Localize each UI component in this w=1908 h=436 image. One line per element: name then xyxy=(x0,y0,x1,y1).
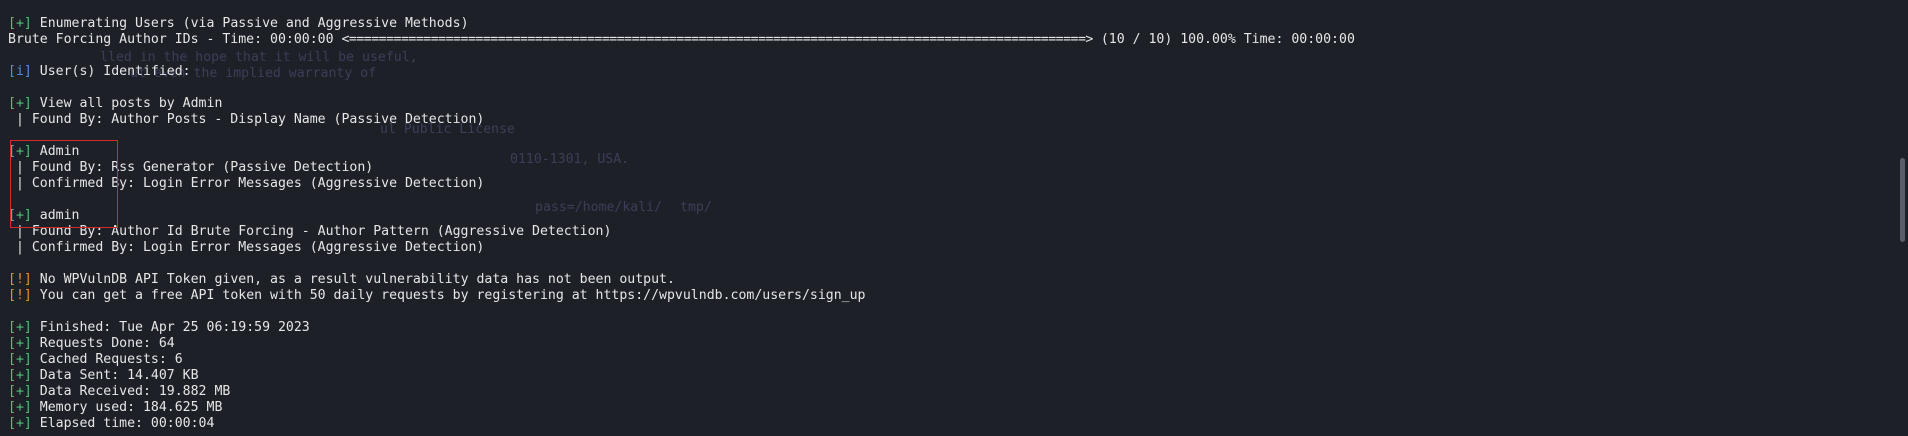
stats-line: [+] Requests Done: 64 xyxy=(8,336,175,352)
progress-bar: <=======================================… xyxy=(341,32,1093,47)
stats-line: [+] Data Received: 19.882 MB xyxy=(8,384,230,400)
user-confirmed-by: | Confirmed By: Login Error Messages (Ag… xyxy=(8,240,485,255)
line-text: Finished: Tue Apr 25 06:19:59 2023 xyxy=(31,320,310,335)
success-tag: [+] xyxy=(8,400,32,415)
line-text: Elapsed time: 00:00:04 xyxy=(31,416,215,431)
user-entry-header: [+] View all posts by Admin xyxy=(8,96,222,112)
enum-line: [+] Enumerating Users (via Passive and A… xyxy=(8,16,469,32)
success-tag: [+] xyxy=(8,320,32,335)
stats-line: [+] Elapsed time: 00:00:04 xyxy=(8,416,214,432)
warning-line: [!] No WPVulnDB API Token given, as a re… xyxy=(8,272,675,288)
line-text: Requests Done: 64 xyxy=(31,336,175,351)
line-text: No WPVulnDB API Token given, as a result… xyxy=(31,272,675,287)
stats-line: [+] Cached Requests: 6 xyxy=(8,352,183,368)
line-text: Cached Requests: 6 xyxy=(31,352,183,367)
info-tag: [i] xyxy=(8,64,32,79)
success-tag: [+] xyxy=(8,16,32,31)
progress-line: Brute Forcing Author IDs - Time: 00:00:0… xyxy=(8,32,1355,48)
success-tag: [+] xyxy=(8,368,32,383)
success-tag: [+] xyxy=(8,96,32,111)
line-text: Data Received: 19.882 MB xyxy=(31,384,231,399)
line-text: Memory used: 184.625 MB xyxy=(31,400,223,415)
background-overlay-text: 0110-1301, USA. xyxy=(510,152,630,167)
background-overlay-text: tmp/ xyxy=(680,200,712,215)
warning-tag: [!] xyxy=(8,272,32,287)
success-tag: [+] xyxy=(8,352,32,367)
user-found-by: | Found By: Author Posts - Display Name … xyxy=(8,112,485,127)
warning-line: [!] You can get a free API token with 50… xyxy=(8,288,865,304)
warning-tag: [!] xyxy=(8,288,32,303)
success-tag: [+] xyxy=(8,384,32,399)
scrollbar-thumb[interactable] xyxy=(1900,158,1905,242)
progress-status: (10 / 10) 100.00% Time: 00:00:00 xyxy=(1092,32,1355,47)
stats-line: [+] Data Sent: 14.407 KB xyxy=(8,368,199,384)
background-overlay-text: pass=/home/kali/ xyxy=(535,200,663,215)
success-tag: [+] xyxy=(8,416,32,431)
line-text: User(s) Identified: xyxy=(31,64,191,79)
line-text: Data Sent: 14.407 KB xyxy=(31,368,199,383)
terminal-window[interactable]: lled in the hope that it will be useful,… xyxy=(0,0,1908,436)
success-tag: [+] xyxy=(8,336,32,351)
scrollbar[interactable] xyxy=(1894,0,1908,436)
stats-line: [+] Finished: Tue Apr 25 06:19:59 2023 xyxy=(8,320,310,336)
line-text: You can get a free API token with 50 dai… xyxy=(31,288,866,303)
line-text: Enumerating Users (via Passive and Aggre… xyxy=(31,16,469,31)
identified-line: [i] User(s) Identified: xyxy=(8,64,191,80)
user-name: View all posts by Admin xyxy=(31,96,223,111)
annotation-highlight-box xyxy=(10,140,118,228)
progress-label: Brute Forcing Author IDs - Time: 00:00:0… xyxy=(8,32,342,47)
stats-line: [+] Memory used: 184.625 MB xyxy=(8,400,222,416)
